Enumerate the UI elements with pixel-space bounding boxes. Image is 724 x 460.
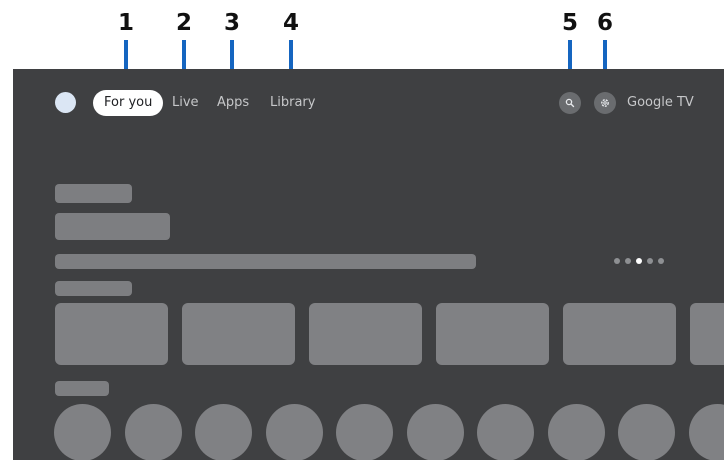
- tv-screen: For you Live Apps Library Google TV: [13, 69, 724, 460]
- channel-circle[interactable]: [195, 404, 252, 460]
- row-title-placeholder: [55, 281, 132, 296]
- content-card[interactable]: [436, 303, 549, 365]
- pager-dot: [647, 258, 653, 264]
- channel-circle[interactable]: [54, 404, 111, 460]
- callout-number: 4: [282, 10, 299, 36]
- callout-number: 5: [561, 10, 578, 36]
- row-title-placeholder: [55, 381, 109, 396]
- pager-dot: [625, 258, 631, 264]
- callout-number: 1: [117, 10, 134, 36]
- callout-number: 2: [175, 10, 192, 36]
- tab-apps[interactable]: Apps: [217, 90, 249, 116]
- channel-circle[interactable]: [548, 404, 605, 460]
- tab-library[interactable]: Library: [270, 90, 315, 116]
- search-button[interactable]: [559, 92, 581, 114]
- channel-circle[interactable]: [689, 404, 724, 460]
- content-card[interactable]: [182, 303, 295, 365]
- channel-circle[interactable]: [618, 404, 675, 460]
- tab-live[interactable]: Live: [172, 90, 199, 116]
- channel-circle[interactable]: [407, 404, 464, 460]
- hero-description-placeholder: [55, 254, 476, 269]
- pager-dot-active: [636, 258, 642, 264]
- tab-for-you[interactable]: For you: [93, 90, 164, 116]
- channel-circle[interactable]: [336, 404, 393, 460]
- content-card[interactable]: [690, 303, 724, 365]
- channel-circle[interactable]: [266, 404, 323, 460]
- channel-circle[interactable]: [125, 404, 182, 460]
- hero-kicker-placeholder: [55, 184, 132, 203]
- search-icon: [565, 98, 575, 108]
- gear-icon: [601, 99, 609, 107]
- hero-pager[interactable]: [614, 258, 664, 264]
- channel-circle[interactable]: [477, 404, 534, 460]
- content-card[interactable]: [309, 303, 422, 365]
- brand-label: Google TV: [627, 95, 694, 110]
- pager-dot: [614, 258, 620, 264]
- callout-number: 3: [223, 10, 240, 36]
- profile-avatar[interactable]: [55, 92, 76, 113]
- settings-button[interactable]: [594, 92, 616, 114]
- pager-dot: [658, 258, 664, 264]
- callout-number: 6: [596, 10, 613, 36]
- content-card[interactable]: [55, 303, 168, 365]
- hero-title-placeholder: [55, 213, 170, 240]
- content-card[interactable]: [563, 303, 676, 365]
